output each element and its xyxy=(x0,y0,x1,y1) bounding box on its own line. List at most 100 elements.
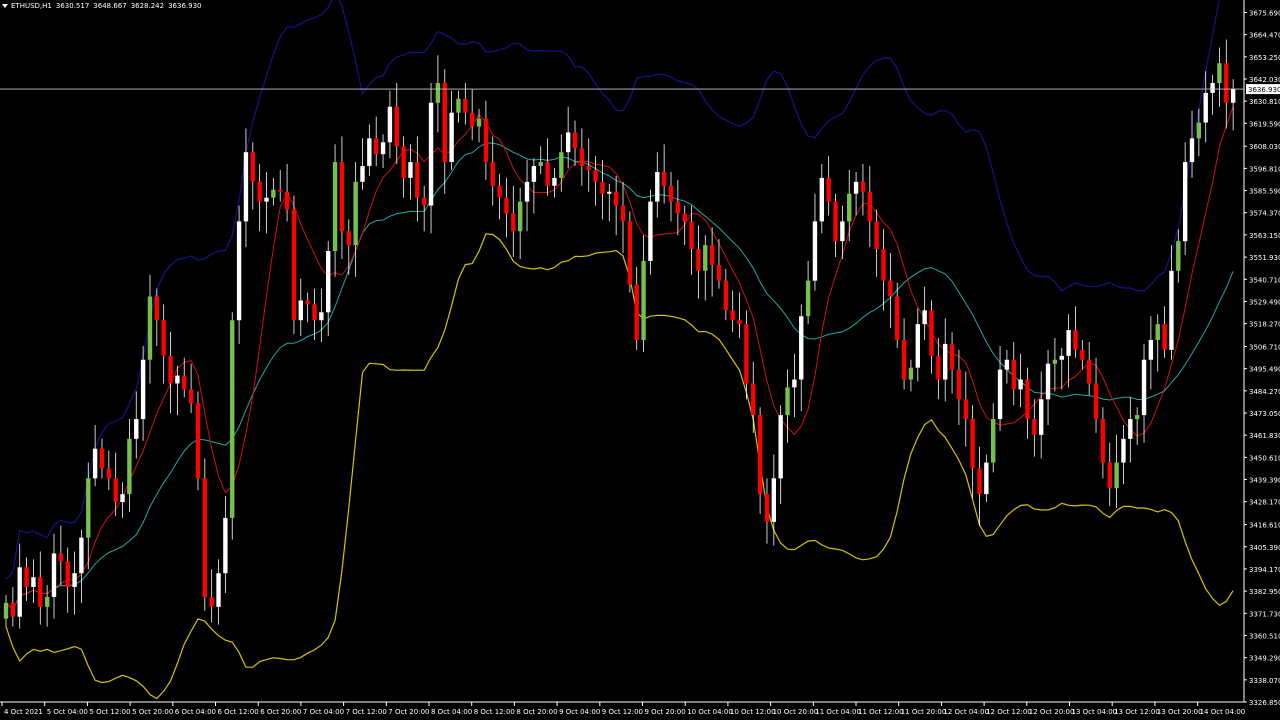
candle-bullish xyxy=(847,193,852,222)
candle-bullish xyxy=(17,567,22,617)
candle-bullish xyxy=(1176,241,1181,271)
candle-bullish xyxy=(216,573,221,607)
candle-bullish xyxy=(1196,122,1202,139)
candle-bullish xyxy=(134,419,139,439)
time-tick-label: 14 Oct 04:00 xyxy=(1200,708,1246,716)
candle-bearish xyxy=(901,339,907,380)
candle-bearish xyxy=(415,162,420,198)
candle-bearish xyxy=(1224,63,1229,103)
candle-bearish xyxy=(291,209,297,321)
candle-bearish xyxy=(627,221,633,285)
candle-bearish xyxy=(826,177,831,202)
candle-bullish xyxy=(805,280,811,317)
price-tick-label: 3394.170 xyxy=(1249,566,1280,574)
time-tick-label: 8 Oct 12:00 xyxy=(474,708,515,716)
candle-bearish xyxy=(936,355,941,380)
candle-bullish xyxy=(1217,63,1222,84)
candles xyxy=(3,39,1236,629)
candle-bullish xyxy=(1141,359,1147,416)
candle-bearish xyxy=(401,146,406,178)
candle-bearish xyxy=(949,343,955,370)
time-tick-label: 7 Oct 12:00 xyxy=(346,708,387,716)
candle-bullish xyxy=(326,251,331,313)
price-tick-label: 3642.030 xyxy=(1249,76,1280,84)
candle-bearish xyxy=(963,399,968,420)
time-tick-label: 12 Oct 12:00 xyxy=(986,708,1032,716)
candle-bullish xyxy=(476,118,482,127)
candle-bullish xyxy=(853,181,859,194)
candle-bullish xyxy=(387,106,393,143)
candle-bearish xyxy=(257,181,262,202)
price-chart[interactable]: 3675.690 3664.470 3653.250 3642.030 3630.810… xyxy=(0,0,1280,720)
candle-bullish xyxy=(1134,415,1140,420)
candle-bearish xyxy=(867,191,872,222)
candle-bullish xyxy=(984,462,989,495)
candle-bearish xyxy=(463,98,468,113)
price-tick-label: 3439.390 xyxy=(1249,477,1280,485)
candle-bullish xyxy=(819,177,825,222)
price-tick-label: 3608.030 xyxy=(1249,143,1280,151)
price-tick-label: 3495.490 xyxy=(1249,366,1280,374)
time-tick-label: 9 Oct 12:00 xyxy=(602,708,643,716)
candle-bullish xyxy=(44,596,50,607)
candle-bearish xyxy=(113,478,118,503)
candle-bullish xyxy=(223,517,228,574)
candle-bearish xyxy=(1080,349,1085,360)
candle-bullish xyxy=(559,152,564,178)
time-axis: 4 Oct 2021 5 Oct 04:00 5 Oct 12:00 5 Oct 20… xyxy=(1,702,1246,716)
candle-bullish xyxy=(997,369,1003,420)
price-tick-label: 3371.730 xyxy=(1249,610,1280,618)
price-axis: 3675.690 3664.470 3653.250 3642.030 3630.810… xyxy=(0,0,1280,707)
candle-bearish xyxy=(757,415,763,495)
candle-bearish xyxy=(764,494,770,522)
candle-bullish xyxy=(353,181,358,246)
candle-bearish xyxy=(161,320,166,356)
candle-bearish xyxy=(346,231,351,246)
candle-bearish xyxy=(202,478,208,597)
price-tick-label: 3664.470 xyxy=(1249,32,1280,40)
candle-bullish xyxy=(360,166,365,182)
candle-bullish xyxy=(1045,363,1051,400)
candle-bullish xyxy=(1128,419,1133,439)
candle-bearish xyxy=(1107,462,1112,489)
candle-bearish xyxy=(1093,383,1099,420)
candle-bullish xyxy=(449,112,454,163)
candle-bearish xyxy=(545,162,550,186)
candle-bullish xyxy=(524,181,530,202)
price-tick-label: 3484.270 xyxy=(1249,388,1280,396)
candle-bearish xyxy=(99,448,105,469)
candle-bearish xyxy=(956,369,962,400)
candle-bearish xyxy=(716,264,722,281)
candle-bearish xyxy=(442,83,447,163)
chart-window[interactable]: ETHUSD,H1 3630.517 3648.667 3628.242 3636.93… xyxy=(0,0,1280,720)
time-tick-label: 12 Oct 20:00 xyxy=(1029,708,1075,716)
candle-bullish xyxy=(1169,270,1174,350)
candle-bearish xyxy=(483,118,489,163)
candle-bearish xyxy=(394,106,399,147)
candle-bullish xyxy=(243,152,249,222)
candle-bearish xyxy=(1100,419,1106,463)
candle-bullish xyxy=(367,138,372,167)
time-tick-label: 5 Oct 12:00 xyxy=(89,708,130,716)
candle-bullish xyxy=(92,448,98,479)
candle-bullish xyxy=(127,438,132,495)
price-tick-label: 3596.810 xyxy=(1249,165,1280,173)
candle-bearish xyxy=(504,197,509,214)
candle-bearish xyxy=(977,468,982,495)
candle-bullish xyxy=(175,375,180,384)
candle-bullish xyxy=(72,573,77,588)
candle-bullish xyxy=(1155,324,1160,340)
price-tick-label: 3428.170 xyxy=(1249,499,1280,507)
candle-bullish xyxy=(703,245,708,271)
time-tick-label: 11 Oct 20:00 xyxy=(901,708,947,716)
candle-bearish xyxy=(723,280,729,311)
candle-bearish xyxy=(195,403,201,479)
price-tick-label: 3450.610 xyxy=(1249,454,1280,462)
candle-bearish xyxy=(168,355,173,384)
time-tick-label: 7 Oct 20:00 xyxy=(388,708,429,716)
candle-bearish xyxy=(278,189,283,192)
candle-bullish xyxy=(908,367,914,380)
candle-bearish xyxy=(860,181,866,192)
candle-bearish xyxy=(1025,379,1030,420)
candle-bearish xyxy=(833,201,838,242)
